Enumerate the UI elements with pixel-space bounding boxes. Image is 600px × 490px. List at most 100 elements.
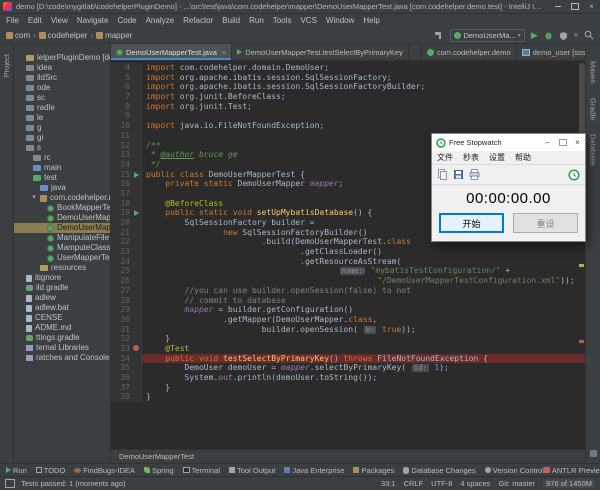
breakpoint-icon[interactable]: [133, 345, 139, 351]
tool-button-version-control[interactable]: Version Control: [485, 466, 544, 475]
editor-tab[interactable]: DemoUserMapperTest.java×: [111, 44, 232, 60]
code-text[interactable]: DemoUser demoUser = mapper.selectByPrima…: [142, 363, 585, 373]
tree-item[interactable]: UserMapperTest: [14, 253, 110, 263]
gutter[interactable]: 23: [111, 247, 142, 257]
gutter[interactable]: 38: [111, 392, 142, 402]
build-hammer-icon[interactable]: [434, 30, 444, 40]
code-text[interactable]: "/DemoUserMapperTestConfiguration.xml"))…: [142, 276, 585, 286]
tool-button-tool-output[interactable]: Tool Output: [229, 466, 275, 475]
code-text[interactable]: }: [142, 334, 585, 344]
code-text[interactable]: builder.openSession( b: true));: [142, 325, 585, 335]
stopwatch-maximize-button[interactable]: [555, 134, 570, 151]
editor-tab[interactable]: DemoUserMapperTest.testSelectByPrimaryKe…: [232, 44, 409, 60]
gutter[interactable]: 26: [111, 276, 142, 286]
tree-item[interactable]: adlew: [14, 293, 110, 303]
menu-help[interactable]: Help: [363, 16, 379, 25]
code-text[interactable]: name: "mybatisTestConfiguration/" +: [142, 266, 585, 276]
gutter[interactable]: 24: [111, 257, 142, 267]
menu-analyze[interactable]: Analyze: [146, 16, 174, 25]
tree-item[interactable]: java: [14, 183, 110, 193]
status-item[interactable]: 976 of 1450M: [543, 479, 595, 488]
gutter[interactable]: 30: [111, 315, 142, 325]
run-button[interactable]: ▶: [531, 31, 538, 40]
tree-item[interactable]: test: [14, 173, 110, 183]
tool-stripe-project[interactable]: Project: [2, 54, 11, 77]
gutter[interactable]: 34: [111, 354, 142, 364]
tree-item[interactable]: ild.gradle: [14, 283, 110, 293]
tree-item[interactable]: CENSE: [14, 313, 110, 323]
tree-item[interactable]: g: [14, 123, 110, 133]
tool-stripe-icon[interactable]: [590, 450, 597, 457]
gutter[interactable]: 10: [111, 121, 142, 131]
code-text[interactable]: }: [142, 392, 585, 402]
error-stripe-mark[interactable]: [579, 340, 584, 343]
run-gutter-icon[interactable]: [134, 172, 139, 178]
menu-build[interactable]: Build: [222, 16, 240, 25]
code-text[interactable]: }: [142, 383, 585, 393]
tree-item[interactable]: sc: [14, 93, 110, 103]
breadcrumb-item[interactable]: codehelper: [39, 31, 88, 40]
search-everywhere-icon[interactable]: [584, 30, 594, 40]
code-text[interactable]: .getMapper(DemoUserMapper.class,: [142, 315, 585, 325]
gutter[interactable]: 25: [111, 266, 142, 276]
tree-item[interactable]: main: [14, 163, 110, 173]
stopwatch-menu-item[interactable]: 文件: [437, 152, 453, 163]
gutter[interactable]: 13: [111, 150, 142, 160]
menu-window[interactable]: Window: [326, 16, 354, 25]
tree-item[interactable]: resources: [14, 263, 110, 273]
status-item[interactable]: CRLF: [404, 479, 424, 488]
code-text[interactable]: @Test: [142, 344, 585, 354]
tree-item[interactable]: BookMapperTest: [14, 203, 110, 213]
code-text[interactable]: System.out.println(demoUser.toString());: [142, 373, 585, 383]
code-text[interactable]: .getResourceAsStream(: [142, 257, 585, 267]
stopwatch-menu-item[interactable]: 设置: [489, 152, 505, 163]
breadcrumb-item[interactable]: mapper: [96, 31, 132, 40]
tree-item[interactable]: ▾com.codehelper.mapper: [14, 193, 110, 203]
gutter[interactable]: 19: [111, 208, 142, 218]
gutter[interactable]: 35: [111, 363, 142, 373]
code-text[interactable]: .getClassLoader(): [142, 247, 585, 257]
menu-view[interactable]: View: [51, 16, 68, 25]
tool-stripe-gradle[interactable]: Gradle: [589, 98, 598, 121]
gutter[interactable]: 31: [111, 325, 142, 335]
code-text[interactable]: //you can use builder.openSession(false)…: [142, 286, 585, 296]
status-item[interactable]: 4 spaces: [460, 479, 490, 488]
gutter[interactable]: 32: [111, 334, 142, 344]
gutter[interactable]: 21: [111, 228, 142, 238]
gutter[interactable]: 12: [111, 141, 142, 151]
code-text[interactable]: [142, 111, 585, 121]
tool-button-run[interactable]: Run: [6, 466, 27, 475]
copy-icon[interactable]: [437, 169, 448, 180]
stopwatch-close-button[interactable]: ×: [570, 134, 585, 151]
tool-button-findbugs-idea[interactable]: FindBugs-IDEA: [74, 466, 135, 475]
tree-item[interactable]: MamputeClassFile: [14, 243, 110, 253]
tree-item[interactable]: ildSrc: [14, 73, 110, 83]
code-text[interactable]: // commit to database: [142, 296, 585, 306]
print-icon[interactable]: [469, 169, 480, 180]
maximize-button[interactable]: [566, 0, 583, 13]
gutter[interactable]: 7: [111, 92, 142, 102]
menu-file[interactable]: File: [6, 16, 19, 25]
tool-button-antlr-preview[interactable]: ANTLR Preview: [544, 466, 600, 475]
tree-item[interactable]: le: [14, 113, 110, 123]
code-text[interactable]: mapper = builder.getConfiguration(): [142, 305, 585, 315]
tree-item[interactable]: ratches and Consoles: [14, 353, 110, 363]
code-text[interactable]: import org.junit.Test;: [142, 102, 585, 112]
reset-button[interactable]: 重设: [513, 213, 578, 233]
stopwatch-menu-item[interactable]: 秒表: [463, 152, 479, 163]
gutter[interactable]: 27: [111, 286, 142, 296]
tree-item[interactable]: rc: [14, 153, 110, 163]
debug-button[interactable]: [544, 31, 553, 40]
code-text[interactable]: import java.io.FileNotFoundException;: [142, 121, 585, 131]
clock-icon[interactable]: [568, 169, 580, 181]
stop-button[interactable]: ■: [574, 32, 578, 39]
tree-item[interactable]: ode: [14, 83, 110, 93]
close-button[interactable]: ×: [583, 0, 600, 13]
close-icon[interactable]: ×: [222, 48, 226, 57]
menu-vcs[interactable]: VCS: [300, 16, 316, 25]
tree-item[interactable]: radle: [14, 103, 110, 113]
run-config-select[interactable]: DemoUserMa... ▾: [450, 29, 525, 42]
menu-refactor[interactable]: Refactor: [183, 16, 213, 25]
gutter[interactable]: 17: [111, 189, 142, 199]
breadcrumb-item[interactable]: DemoUserMapperTest: [119, 452, 194, 461]
